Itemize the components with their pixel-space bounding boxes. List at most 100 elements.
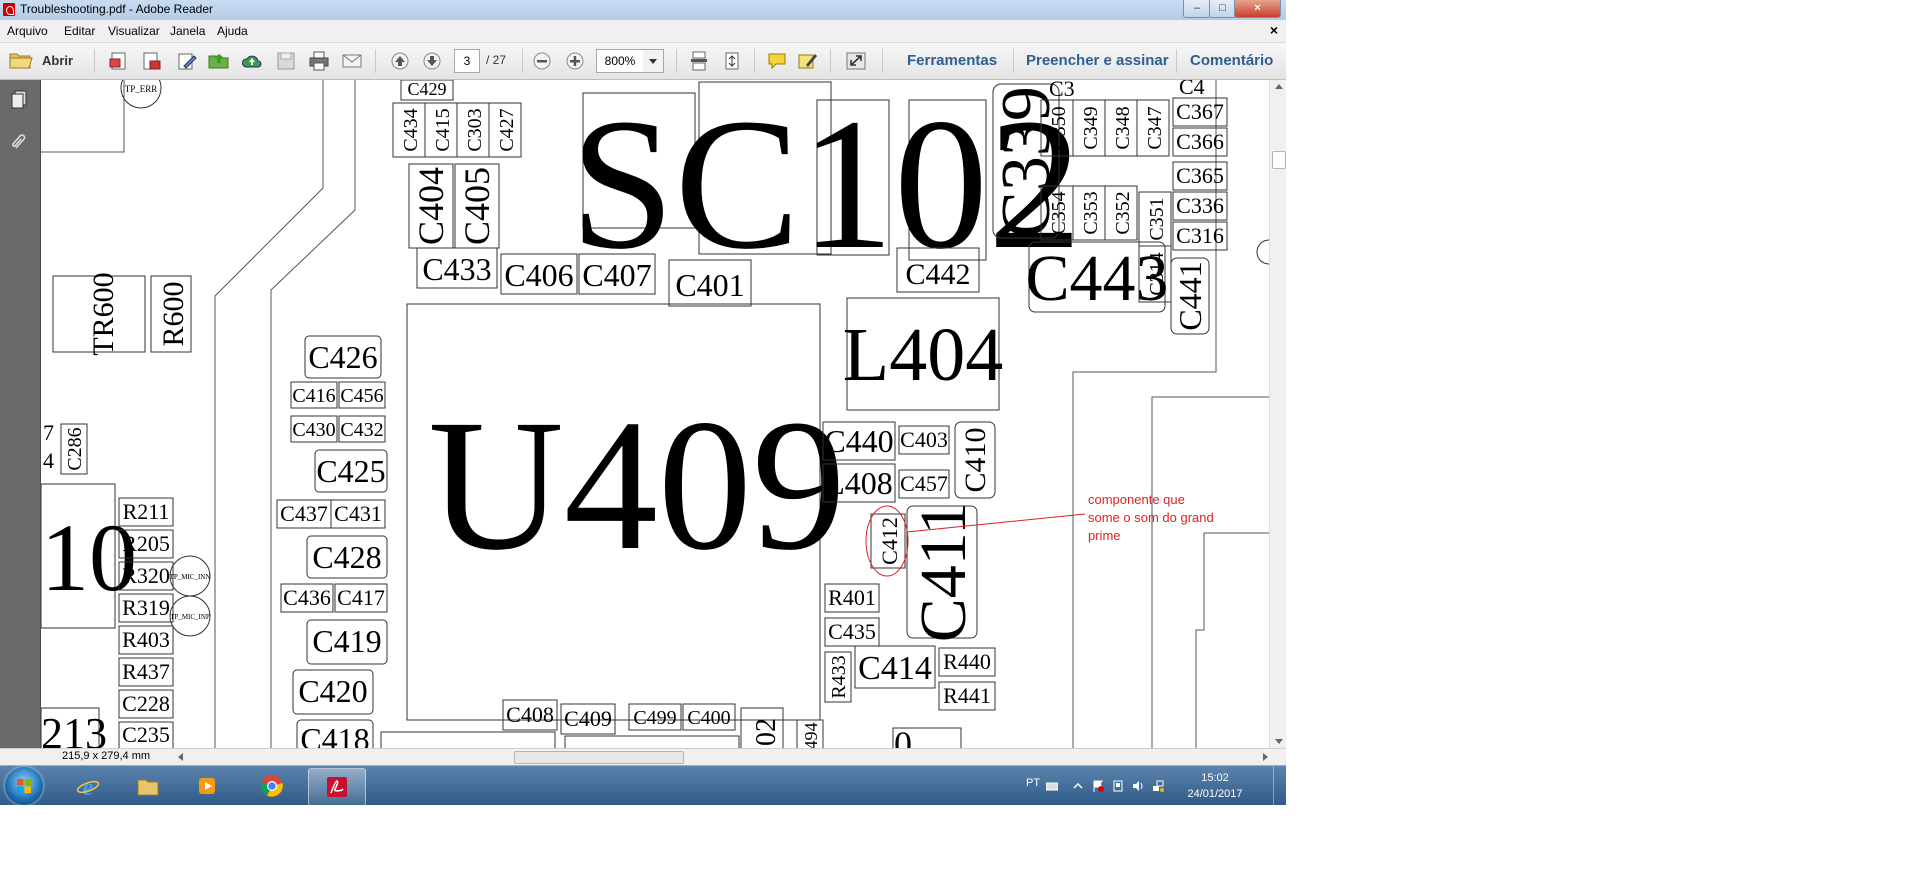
comentario-link[interactable]: Comentário bbox=[1190, 52, 1273, 69]
r600-label: R600 bbox=[157, 281, 190, 346]
close-window-button[interactable]: × bbox=[1234, 0, 1281, 18]
scroll-mode-icon[interactable] bbox=[688, 51, 710, 71]
horizontal-scrollbar[interactable] bbox=[178, 751, 1268, 764]
c407-label: C407 bbox=[582, 257, 651, 293]
c347-label: C347 bbox=[1144, 106, 1166, 149]
page-size-label: 215,9 x 279,4 mm bbox=[62, 750, 151, 762]
start-button[interactable] bbox=[5, 767, 43, 805]
clock-date: 24/01/2017 bbox=[1187, 788, 1243, 800]
action-center-flag-icon[interactable] bbox=[1092, 779, 1104, 792]
l404-label: L404 bbox=[843, 313, 1003, 397]
open-button[interactable]: Abrir bbox=[8, 49, 73, 73]
close-document-button[interactable]: × bbox=[1270, 22, 1278, 38]
next-page-icon[interactable] bbox=[421, 51, 443, 71]
show-desktop-button[interactable] bbox=[1273, 766, 1286, 805]
clock-time: 15:02 bbox=[1201, 772, 1229, 784]
previous-page-icon[interactable] bbox=[389, 51, 411, 71]
menu-ajuda[interactable]: Ajuda bbox=[217, 24, 248, 38]
create-pdf-icon[interactable] bbox=[108, 51, 130, 71]
r441-label: R441 bbox=[943, 683, 991, 708]
scroll-down-arrow-icon[interactable] bbox=[1275, 739, 1283, 744]
partial-7-label: 7 bbox=[43, 420, 54, 445]
fit-page-icon[interactable] bbox=[721, 51, 743, 71]
c336-label: C336 bbox=[1176, 193, 1224, 218]
menu-arquivo[interactable]: Arquivo bbox=[7, 24, 48, 38]
c435-label: C435 bbox=[828, 619, 876, 644]
toolbar-separator bbox=[522, 49, 523, 73]
c352-label: C352 bbox=[1112, 191, 1134, 234]
annotation-line-3: prime bbox=[1088, 528, 1121, 543]
cloud-upload-icon[interactable] bbox=[241, 51, 263, 71]
annotation-note[interactable]: componente que some o som do grand prime bbox=[1088, 492, 1214, 543]
horizontal-scroll-thumb[interactable] bbox=[514, 751, 684, 764]
tp-err-label: TP_ERR bbox=[125, 84, 158, 94]
comment-icon[interactable] bbox=[766, 51, 788, 71]
toolbar-separator bbox=[676, 49, 677, 73]
c410-label: C410 bbox=[959, 427, 992, 492]
windows-logo-icon bbox=[17, 779, 31, 793]
scroll-right-arrow-icon[interactable] bbox=[1263, 753, 1268, 761]
c401-label: C401 bbox=[675, 267, 744, 303]
open-folder-icon[interactable] bbox=[208, 51, 230, 71]
language-indicator[interactable]: PT bbox=[1026, 777, 1040, 789]
edit-pdf-icon[interactable] bbox=[176, 51, 198, 71]
menu-janela[interactable]: Janela bbox=[170, 24, 205, 38]
c365-label: C365 bbox=[1176, 163, 1224, 188]
c436-label: C436 bbox=[283, 585, 331, 610]
document-view[interactable]: U409 SC102 L404 C443 C339 C442 C401 C433… bbox=[41, 80, 1269, 748]
c426-label: C426 bbox=[308, 339, 377, 375]
page-number-input[interactable]: 3 bbox=[454, 49, 480, 73]
vertical-scroll-thumb[interactable] bbox=[1272, 151, 1286, 169]
scroll-up-arrow-icon[interactable] bbox=[1275, 84, 1283, 89]
c457-label: C457 bbox=[900, 471, 948, 496]
minimize-button[interactable]: – bbox=[1183, 0, 1211, 18]
c353-label: C353 bbox=[1080, 191, 1102, 234]
taskbar-chrome[interactable] bbox=[244, 768, 300, 804]
scroll-left-arrow-icon[interactable] bbox=[178, 753, 183, 761]
clock[interactable]: 15:02 24/01/2017 bbox=[1180, 770, 1250, 802]
menu-visualizar[interactable]: Visualizar bbox=[108, 24, 160, 38]
open-button-label: Abrir bbox=[42, 53, 74, 68]
status-bar: 215,9 x 279,4 mm bbox=[0, 748, 1286, 765]
vertical-scrollbar[interactable] bbox=[1269, 80, 1286, 748]
zoom-in-icon[interactable] bbox=[564, 51, 586, 71]
c416-label: C416 bbox=[292, 385, 335, 407]
preencher-e-assinar-link[interactable]: Preencher e assinar bbox=[1026, 52, 1169, 69]
email-icon[interactable] bbox=[341, 51, 363, 71]
menu-editar[interactable]: Editar bbox=[64, 24, 95, 38]
ferramentas-link[interactable]: Ferramentas bbox=[907, 52, 997, 69]
r433-label: R433 bbox=[828, 655, 850, 698]
svg-text:e: e bbox=[83, 775, 94, 798]
part-0-label: 0 bbox=[894, 724, 912, 748]
keyboard-icon[interactable] bbox=[1045, 779, 1059, 791]
chrome-icon bbox=[260, 775, 283, 797]
zoom-dropdown-chevron-icon[interactable] bbox=[643, 49, 664, 73]
c316-label: C316 bbox=[1176, 223, 1224, 248]
print-icon[interactable] bbox=[308, 51, 330, 71]
c303-label: C303 bbox=[464, 108, 486, 151]
volume-icon[interactable] bbox=[1132, 779, 1144, 791]
zoom-level-input[interactable]: 800% bbox=[596, 49, 644, 73]
c351-label: C351 bbox=[1146, 197, 1168, 240]
taskbar-adobe-reader[interactable] bbox=[308, 768, 366, 805]
export-pdf-icon[interactable] bbox=[140, 51, 162, 71]
c456-label: C456 bbox=[340, 385, 383, 407]
save-icon[interactable] bbox=[275, 51, 297, 71]
c430-label: C430 bbox=[292, 419, 335, 441]
expand-fullscreen-icon[interactable] bbox=[845, 51, 867, 71]
page-thumbnails-icon[interactable] bbox=[10, 90, 30, 110]
zoom-out-icon[interactable] bbox=[531, 51, 553, 71]
taskbar-windows-explorer[interactable] bbox=[120, 768, 176, 804]
maximize-button[interactable]: □ bbox=[1209, 0, 1236, 18]
c411-label: C411 bbox=[907, 502, 980, 643]
c427-label: C427 bbox=[496, 108, 518, 151]
taskbar-media-player[interactable] bbox=[180, 768, 236, 804]
attachments-paperclip-icon[interactable] bbox=[10, 132, 30, 152]
c442-label: C442 bbox=[905, 258, 970, 291]
r401-label: R401 bbox=[828, 585, 876, 610]
network-icon[interactable] bbox=[1152, 779, 1164, 792]
device-sync-icon[interactable] bbox=[1112, 779, 1124, 792]
taskbar-internet-explorer[interactable]: e bbox=[60, 768, 116, 804]
show-hidden-icons-chevron-icon[interactable] bbox=[1072, 779, 1084, 791]
highlight-icon[interactable] bbox=[797, 51, 819, 71]
